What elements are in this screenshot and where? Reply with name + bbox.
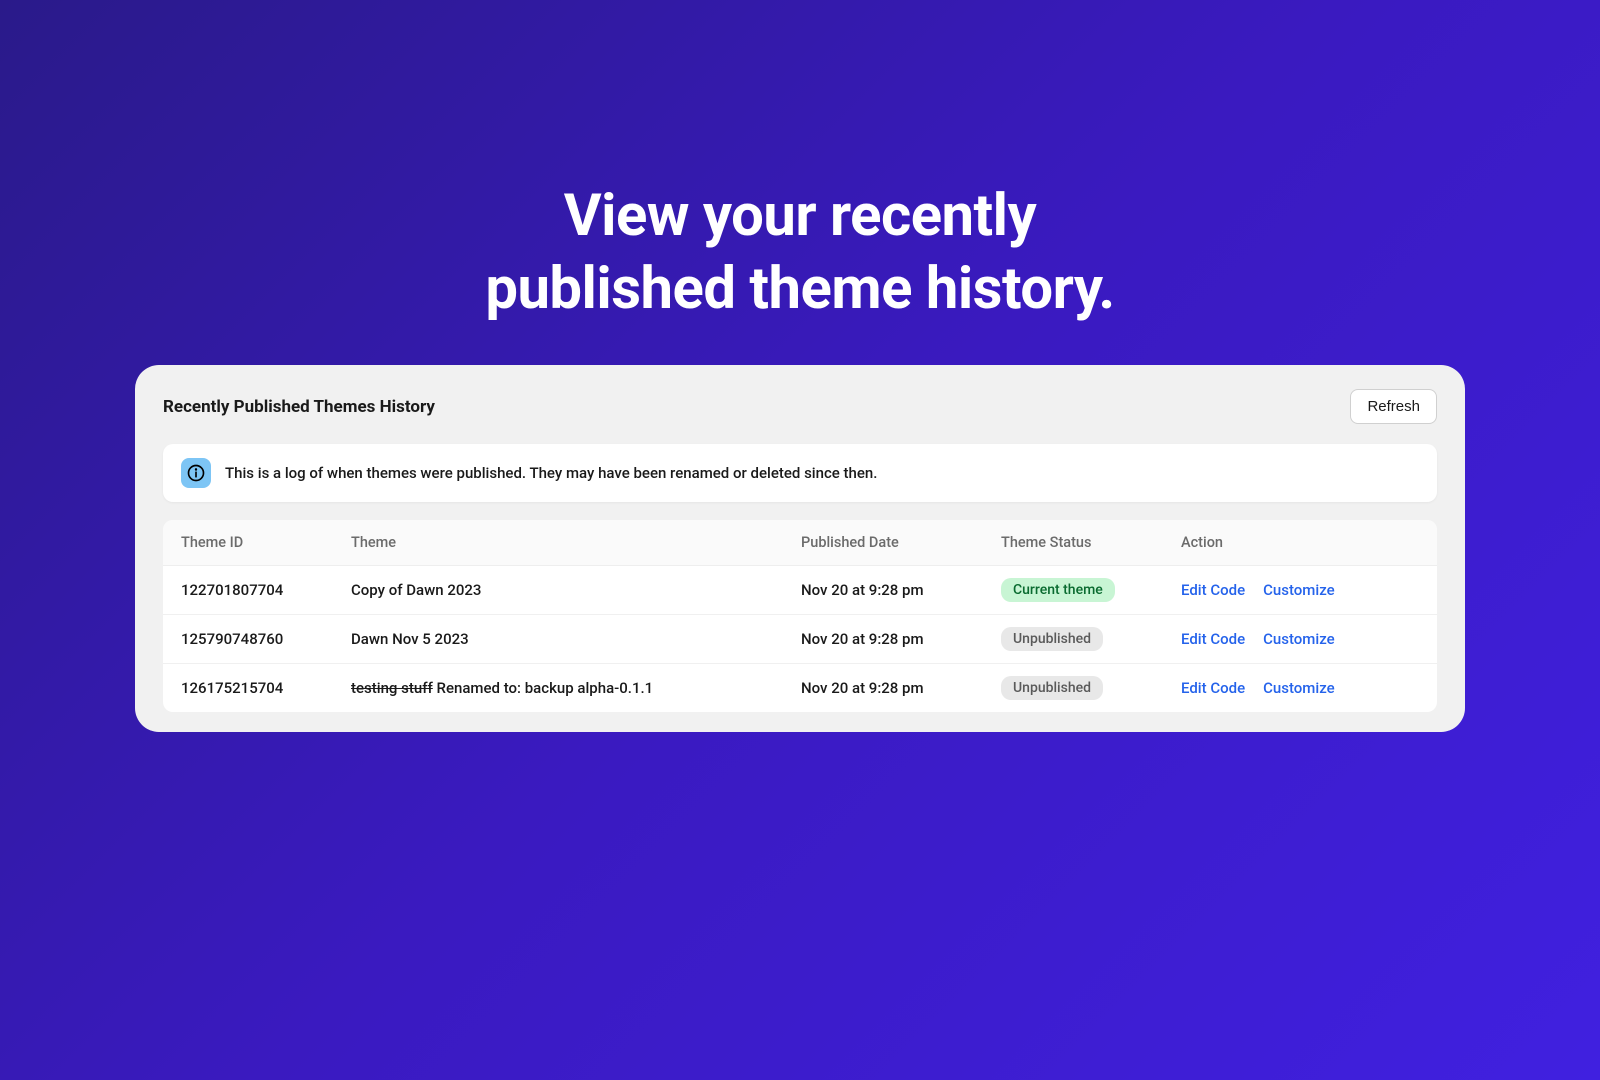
cell-date: Nov 20 at 9:28 pm (801, 630, 1001, 648)
card-header: Recently Published Themes History Refres… (163, 389, 1437, 424)
cell-status: Current theme (1001, 578, 1181, 602)
customize-link[interactable]: Customize (1263, 630, 1335, 648)
th-published-date: Published Date (801, 534, 1001, 551)
th-theme-status: Theme Status (1001, 534, 1181, 551)
cell-theme: Copy of Dawn 2023 (351, 581, 801, 599)
table-header-row: Theme ID Theme Published Date Theme Stat… (163, 520, 1437, 566)
status-badge: Unpublished (1001, 676, 1103, 700)
table-row: 126175215704 testing stuff Renamed to: b… (163, 664, 1437, 712)
cell-theme-id: 122701807704 (181, 581, 351, 599)
theme-name-old: testing stuff (351, 679, 433, 697)
cell-theme: Dawn Nov 5 2023 (351, 630, 801, 648)
cell-status: Unpublished (1001, 676, 1181, 700)
theme-name: Copy of Dawn 2023 (351, 581, 481, 599)
cell-theme-id: 125790748760 (181, 630, 351, 648)
edit-code-link[interactable]: Edit Code (1181, 630, 1245, 648)
theme-rename: Renamed to: backup alpha-0.1.1 (433, 679, 653, 697)
status-badge: Unpublished (1001, 627, 1103, 651)
edit-code-link[interactable]: Edit Code (1181, 679, 1245, 697)
history-card: Recently Published Themes History Refres… (135, 365, 1465, 732)
th-theme: Theme (351, 534, 801, 551)
status-badge: Current theme (1001, 578, 1115, 602)
refresh-button[interactable]: Refresh (1350, 389, 1437, 424)
theme-name: Dawn Nov 5 2023 (351, 630, 469, 648)
table-row: 122701807704 Copy of Dawn 2023 Nov 20 at… (163, 566, 1437, 615)
cell-theme-id: 126175215704 (181, 679, 351, 697)
cell-date: Nov 20 at 9:28 pm (801, 581, 1001, 599)
cell-theme: testing stuff Renamed to: backup alpha-0… (351, 679, 801, 697)
info-banner: This is a log of when themes were publis… (163, 444, 1437, 502)
info-text: This is a log of when themes were publis… (225, 464, 877, 482)
customize-link[interactable]: Customize (1263, 679, 1335, 697)
th-theme-id: Theme ID (181, 534, 351, 551)
edit-code-link[interactable]: Edit Code (1181, 581, 1245, 599)
card-title: Recently Published Themes History (163, 397, 435, 417)
hero-line1: View your recently (0, 180, 1600, 253)
hero-line2: published theme history. (0, 253, 1600, 326)
cell-actions: Edit Code Customize (1181, 679, 1419, 697)
table-row: 125790748760 Dawn Nov 5 2023 Nov 20 at 9… (163, 615, 1437, 664)
hero-title: View your recently published theme histo… (0, 180, 1600, 325)
cell-status: Unpublished (1001, 627, 1181, 651)
cell-date: Nov 20 at 9:28 pm (801, 679, 1001, 697)
info-icon (181, 458, 211, 488)
customize-link[interactable]: Customize (1263, 581, 1335, 599)
cell-actions: Edit Code Customize (1181, 630, 1419, 648)
themes-table: Theme ID Theme Published Date Theme Stat… (163, 520, 1437, 712)
cell-actions: Edit Code Customize (1181, 581, 1419, 599)
th-action: Action (1181, 534, 1419, 551)
